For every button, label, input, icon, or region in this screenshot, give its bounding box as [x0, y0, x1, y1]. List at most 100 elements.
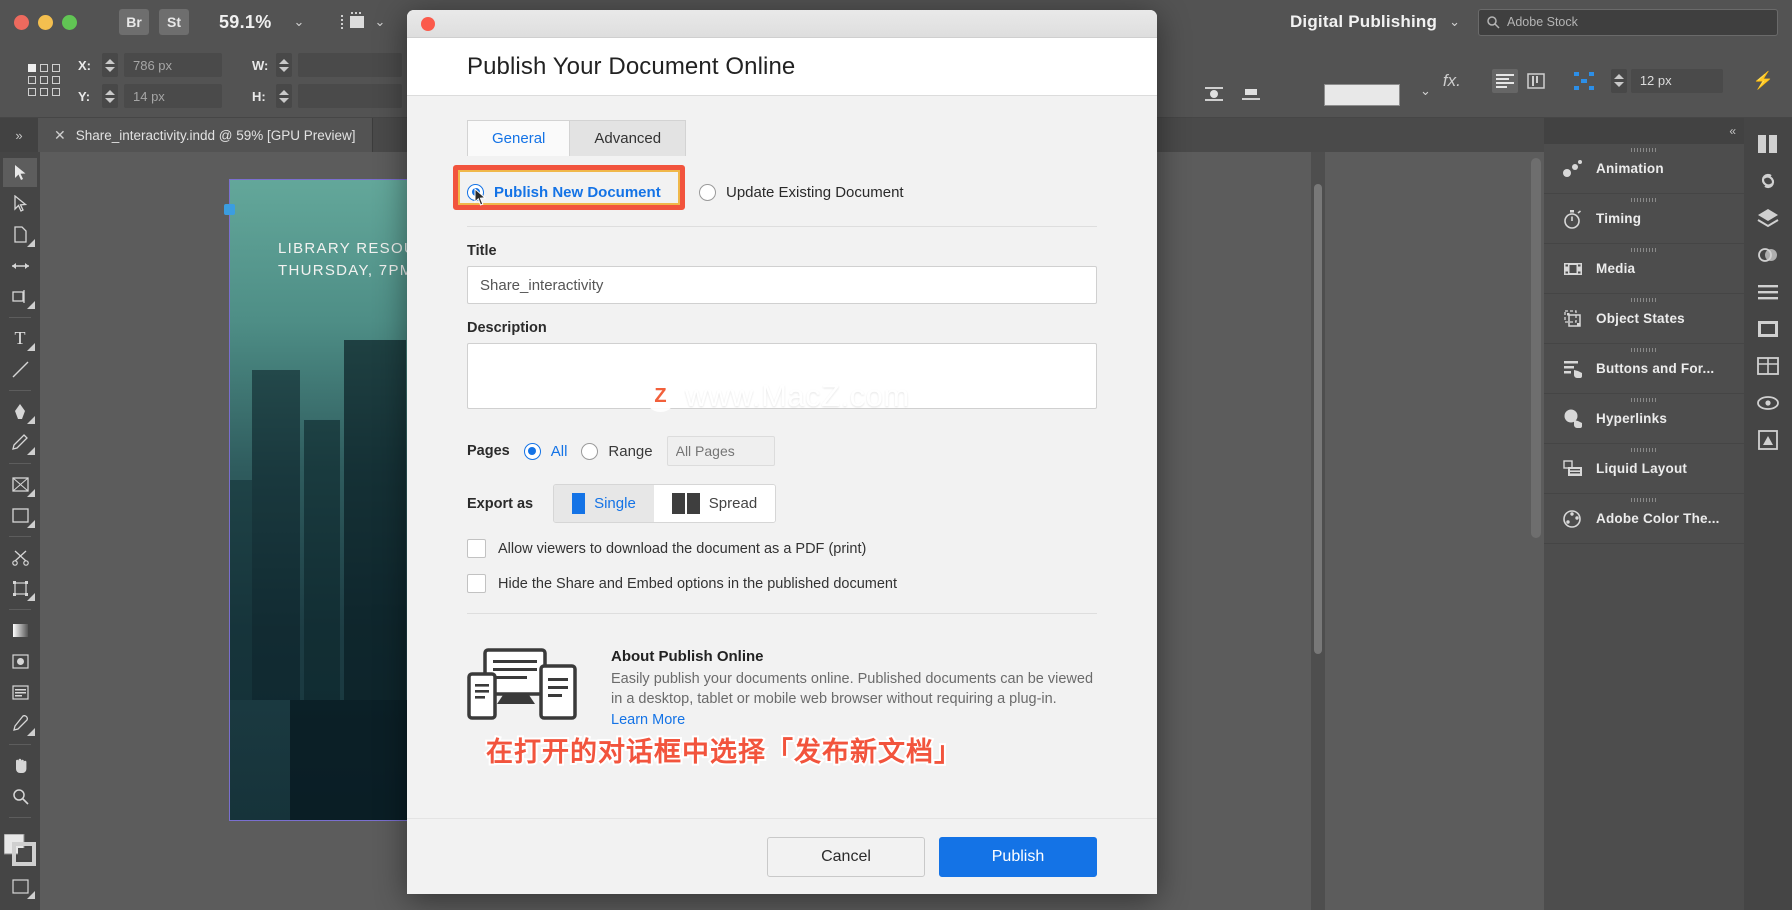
rectangle-tool[interactable]	[3, 501, 37, 530]
panel-vertical-scrollbar[interactable]	[1531, 158, 1541, 538]
pencil-tool[interactable]	[3, 428, 37, 457]
swatch-chevron-icon[interactable]: ⌄	[1420, 84, 1431, 99]
sidebar-item-liquid-layout[interactable]: Liquid Layout	[1544, 444, 1744, 494]
export-spread-button[interactable]: Spread	[653, 485, 776, 522]
close-window-button[interactable]	[14, 14, 29, 30]
checkbox-unchecked-icon[interactable]	[467, 539, 486, 558]
w-value[interactable]	[298, 53, 402, 77]
minimize-window-button[interactable]	[38, 14, 53, 30]
checkbox-allow-pdf-download[interactable]: Allow viewers to download the document a…	[467, 539, 1097, 558]
workspace-switcher-label[interactable]: Digital Publishing	[1290, 12, 1437, 32]
description-input[interactable]	[467, 343, 1097, 409]
learn-more-link[interactable]: Learn More	[611, 712, 685, 728]
leading-value[interactable]: 12 px	[1630, 68, 1723, 93]
collapse-panels-icon[interactable]: «	[1729, 124, 1736, 138]
auto-fit-icon[interactable]	[1571, 69, 1597, 93]
align-bottom-icon[interactable]	[1238, 82, 1264, 106]
radio-off-icon[interactable]	[581, 442, 599, 460]
align-text-left-icon[interactable]	[1491, 68, 1518, 93]
radio-update-existing-document[interactable]: Update Existing Document	[699, 183, 904, 201]
export-single-button[interactable]: Single	[554, 485, 654, 522]
x-stepper[interactable]	[102, 53, 118, 77]
radio-on-icon[interactable]	[523, 442, 541, 460]
radio-pages-range[interactable]: Range	[581, 442, 653, 460]
screen-mode-icon[interactable]	[340, 11, 366, 33]
effects-rail-icon[interactable]	[1755, 243, 1781, 267]
zoom-level-value[interactable]: 59.1%	[219, 12, 272, 33]
leading-stepper[interactable]	[1610, 68, 1627, 93]
sidebar-item-hyperlinks[interactable]: Hyperlinks	[1544, 394, 1744, 444]
quick-apply-icon[interactable]: ⚡	[1753, 71, 1774, 91]
height-field[interactable]: H:	[252, 84, 402, 108]
content-collector-tool[interactable]	[3, 282, 37, 311]
close-tab-icon[interactable]: ✕	[54, 127, 66, 144]
layers-rail-icon[interactable]	[1755, 206, 1781, 230]
gradient-swatch-tool[interactable]	[3, 616, 37, 645]
radio-off-icon[interactable]	[699, 183, 716, 201]
radio-pages-all[interactable]: All	[523, 442, 567, 460]
text-wrap-icon[interactable]	[1201, 82, 1227, 106]
tab-advanced[interactable]: Advanced	[569, 120, 687, 156]
screen-mode-chevron-icon[interactable]: ⌄	[374, 15, 385, 30]
h-stepper[interactable]	[276, 84, 292, 108]
title-input[interactable]	[467, 266, 1097, 304]
paragraph-styles-rail-icon[interactable]	[1755, 280, 1781, 304]
cc-libraries-rail-icon[interactable]	[1755, 428, 1781, 452]
page-tool[interactable]	[3, 220, 37, 249]
effects-fx-label[interactable]: fx.	[1443, 71, 1461, 91]
object-styles-rail-icon[interactable]	[1755, 317, 1781, 341]
adobe-stock-search[interactable]: Adobe Stock	[1478, 8, 1778, 36]
y-stepper[interactable]	[102, 84, 118, 108]
reference-point-selector[interactable]	[28, 63, 62, 98]
sidebar-item-timing[interactable]: Timing	[1544, 194, 1744, 244]
publish-button[interactable]: Publish	[939, 836, 1097, 877]
note-tool[interactable]	[3, 678, 37, 707]
fill-color-swatch[interactable]	[1324, 84, 1400, 106]
type-tool[interactable]: T	[3, 324, 37, 353]
sidebar-item-media[interactable]: Media	[1544, 244, 1744, 294]
vertical-text-icon[interactable]	[1523, 69, 1549, 93]
frame-tool[interactable]	[3, 470, 37, 499]
width-field[interactable]: W:	[252, 53, 402, 77]
pages-rail-icon[interactable]	[1755, 132, 1781, 156]
y-value[interactable]: 14 px	[124, 84, 222, 108]
workspace-chevron-icon[interactable]: ⌄	[1449, 15, 1460, 30]
window-traffic-lights[interactable]	[0, 14, 77, 30]
direct-selection-tool[interactable]	[3, 189, 37, 218]
x-position-field[interactable]: X: 786 px	[78, 53, 222, 77]
sidebar-item-object-states[interactable]: Object States	[1544, 294, 1744, 344]
text-frame-options-group[interactable]	[1487, 68, 1549, 93]
pages-range-input[interactable]	[666, 436, 775, 466]
x-value[interactable]: 786 px	[124, 53, 222, 77]
w-stepper[interactable]	[276, 53, 292, 77]
selection-tool[interactable]	[3, 158, 37, 187]
screen-mode-tool[interactable]	[3, 872, 37, 901]
eyedropper-tool[interactable]	[3, 709, 37, 738]
dialog-close-button[interactable]	[421, 16, 435, 31]
tab-overflow-left-icon[interactable]: »	[0, 118, 38, 152]
leading-field[interactable]: 12 px	[1610, 68, 1723, 93]
canvas-scroll-thumb[interactable]	[1314, 184, 1322, 654]
fill-and-stroke-swatches[interactable]	[3, 833, 36, 866]
canvas-vertical-scrollbar[interactable]	[1311, 152, 1325, 910]
cancel-button[interactable]: Cancel	[767, 836, 925, 877]
dock-collapse-bar[interactable]: «	[1544, 118, 1744, 144]
bridge-button[interactable]: Br	[119, 9, 149, 35]
free-transform-tool[interactable]	[3, 574, 37, 603]
links-rail-icon[interactable]	[1755, 169, 1781, 193]
table-rail-icon[interactable]	[1755, 354, 1781, 378]
checkbox-unchecked-icon[interactable]	[467, 574, 486, 593]
preview-rail-icon[interactable]	[1755, 391, 1781, 415]
document-tab[interactable]: ✕ Share_interactivity.indd @ 59% [GPU Pr…	[38, 118, 373, 152]
line-tool[interactable]	[3, 355, 37, 384]
scissors-tool[interactable]	[3, 543, 37, 572]
pen-tool[interactable]	[3, 397, 37, 426]
sidebar-item-adobe-color-themes[interactable]: Adobe Color The...	[1544, 494, 1744, 544]
checkbox-hide-share-embed[interactable]: Hide the Share and Embed options in the …	[467, 574, 1097, 593]
stock-button[interactable]: St	[159, 9, 189, 35]
gradient-feather-tool[interactable]	[3, 647, 37, 676]
hand-tool[interactable]	[3, 751, 37, 780]
y-position-field[interactable]: Y: 14 px	[78, 84, 222, 108]
page-anchor-handle[interactable]	[224, 204, 235, 215]
sidebar-item-animation[interactable]: Animation	[1544, 144, 1744, 194]
